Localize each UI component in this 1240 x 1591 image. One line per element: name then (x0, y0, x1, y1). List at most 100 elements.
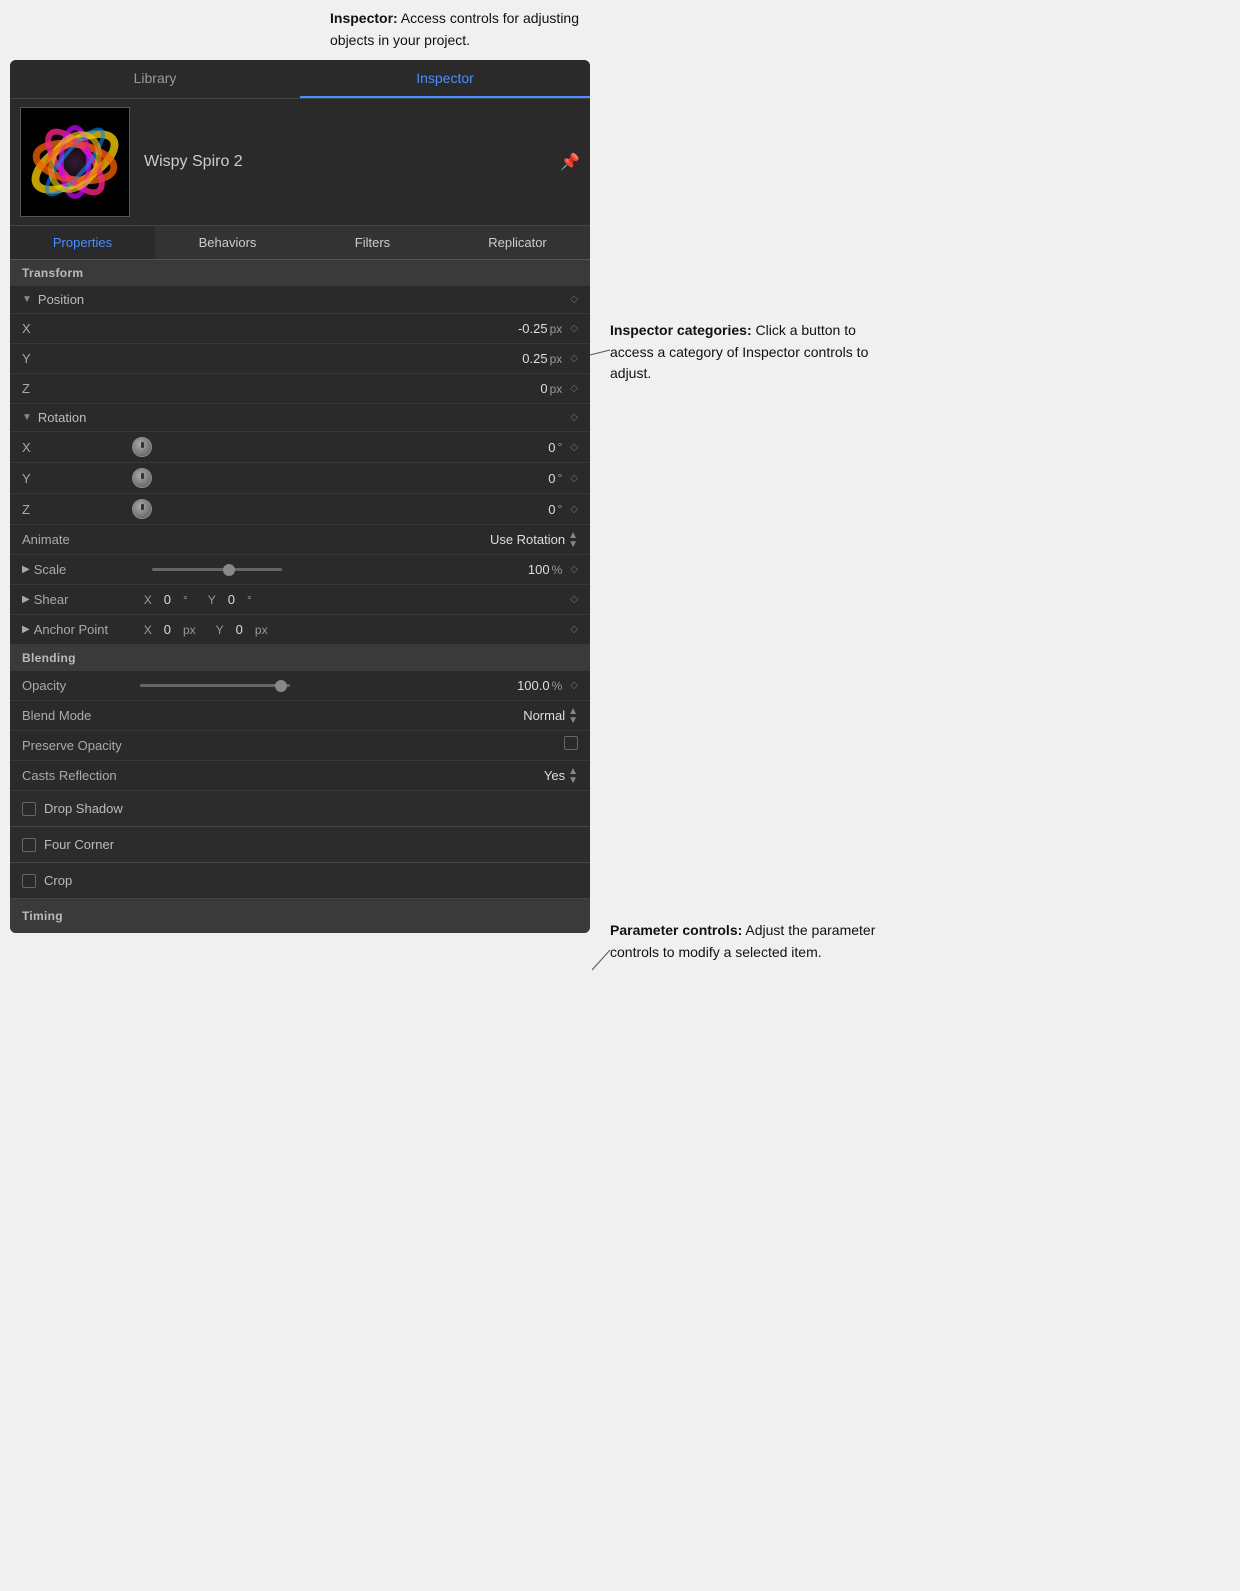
rotation-z-row: Z 0 ° ◇ (10, 494, 590, 525)
position-group-row[interactable]: ▼ Position ◇ (10, 286, 590, 314)
rotation-y-dial[interactable] (132, 468, 152, 488)
drop-shadow-label: Drop Shadow (44, 801, 123, 816)
rotation-z-value[interactable]: 0 (548, 502, 555, 517)
header-area: Wispy Spiro 2 📌 (10, 99, 590, 226)
crop-section[interactable]: Crop (10, 863, 590, 899)
rotation-x-row: X 0 ° ◇ (10, 432, 590, 463)
opacity-slider-thumb[interactable] (275, 680, 287, 692)
position-z-unit: px (550, 382, 563, 396)
annotation-params-bold: Parameter controls: (610, 922, 742, 938)
drop-shadow-checkbox[interactable] (22, 802, 36, 816)
cat-tab-properties[interactable]: Properties (10, 226, 155, 259)
cat-tab-replicator[interactable]: Replicator (445, 226, 590, 259)
casts-arrows[interactable]: ▲▼ (568, 767, 578, 785)
position-y-label: Y (22, 351, 132, 366)
rotation-z-dial[interactable] (132, 499, 152, 519)
rotation-x-label: X (22, 440, 132, 455)
cat-tab-behaviors[interactable]: Behaviors (155, 226, 300, 259)
blend-mode-arrows[interactable]: ▲▼ (568, 707, 578, 725)
blend-mode-row: Blend Mode Normal ▲▼ (10, 701, 590, 731)
opacity-slider-area[interactable] (132, 684, 517, 687)
preserve-opacity-row: Preserve Opacity (10, 731, 590, 761)
scale-triangle[interactable]: ▶ (22, 564, 30, 575)
rotation-z-diamond: ◇ (570, 504, 578, 515)
animate-value[interactable]: Use Rotation ▲▼ (490, 531, 578, 549)
rotation-x-diamond: ◇ (570, 442, 578, 453)
annotation-categories: Inspector categories: Click a button to … (610, 320, 880, 385)
anchor-row: ▶ Anchor Point X 0 px Y 0 px ◇ (10, 615, 590, 645)
tab-inspector[interactable]: Inspector (300, 60, 590, 98)
crop-checkbox[interactable] (22, 874, 36, 888)
position-y-value[interactable]: 0.25 (522, 351, 547, 366)
preserve-opacity-label: Preserve Opacity (22, 738, 132, 753)
position-triangle: ▼ (22, 294, 32, 305)
opacity-label: Opacity (22, 678, 132, 693)
rotation-z-label: Z (22, 502, 132, 517)
rotation-y-label: Y (22, 471, 132, 486)
shear-triangle[interactable]: ▶ (22, 594, 30, 605)
scale-value[interactable]: 100 (528, 562, 550, 577)
rotation-x-unit: ° (557, 440, 562, 454)
four-corner-checkbox[interactable] (22, 838, 36, 852)
anchor-xy: X 0 px Y 0 px (144, 622, 563, 637)
position-x-value[interactable]: -0.25 (518, 321, 548, 336)
preserve-checkbox[interactable] (564, 736, 578, 750)
position-x-row: X -0.25 px ◇ (10, 314, 590, 344)
rotation-y-value[interactable]: 0 (548, 471, 555, 486)
rotation-group-row[interactable]: ▼ Rotation ◇ (10, 404, 590, 432)
rotation-z-unit: ° (557, 502, 562, 516)
position-z-row: Z 0 px ◇ (10, 374, 590, 404)
opacity-value[interactable]: 100.0 (517, 678, 550, 693)
drop-shadow-section[interactable]: Drop Shadow (10, 791, 590, 827)
rotation-x-dial[interactable] (132, 437, 152, 457)
blend-mode-label: Blend Mode (22, 708, 132, 723)
rotation-y-unit: ° (557, 471, 562, 485)
position-x-diamond: ◇ (570, 323, 578, 334)
scale-slider-thumb[interactable] (223, 564, 235, 576)
anchor-triangle[interactable]: ▶ (22, 624, 30, 635)
opacity-row: Opacity 100.0 % ◇ (10, 671, 590, 701)
inspector-panel: Library Inspector Wis (10, 60, 590, 933)
position-y-row: Y 0.25 px ◇ (10, 344, 590, 374)
shear-y-value[interactable]: 0 (228, 592, 235, 607)
anchor-x-label: X (144, 623, 152, 637)
position-group-label: Position (38, 292, 84, 307)
section-timing: Timing (10, 899, 590, 933)
anchor-x-value[interactable]: 0 (164, 622, 171, 637)
anchor-y-value[interactable]: 0 (236, 622, 243, 637)
scale-slider-track[interactable] (152, 568, 282, 571)
four-corner-section[interactable]: Four Corner (10, 827, 590, 863)
position-x-unit: px (550, 322, 563, 336)
tab-library[interactable]: Library (10, 60, 300, 98)
scale-diamond: ◇ (570, 564, 578, 575)
section-transform: Transform (10, 260, 590, 286)
rotation-triangle: ▼ (22, 412, 32, 423)
position-z-value[interactable]: 0 (540, 381, 547, 396)
scale-label: Scale (34, 562, 144, 577)
opacity-slider-track[interactable] (140, 684, 290, 687)
opacity-unit: % (552, 679, 563, 693)
shear-label: Shear (34, 592, 144, 607)
shear-y-label: Y (208, 593, 216, 607)
scale-slider-area[interactable] (144, 568, 528, 571)
opacity-diamond: ◇ (570, 680, 578, 691)
casts-value[interactable]: Yes ▲▼ (544, 767, 578, 785)
position-z-diamond: ◇ (570, 383, 578, 394)
thumbnail (20, 107, 130, 217)
animate-row: Animate Use Rotation ▲▼ (10, 525, 590, 555)
shear-x-label: X (144, 593, 152, 607)
cat-tab-filters[interactable]: Filters (300, 226, 445, 259)
scale-unit: % (552, 563, 563, 577)
blend-mode-value[interactable]: Normal ▲▼ (523, 707, 578, 725)
preserve-checkbox-area (564, 736, 578, 755)
shear-row: ▶ Shear X 0 ° Y 0 ° ◇ (10, 585, 590, 615)
rotation-x-value[interactable]: 0 (548, 440, 555, 455)
pin-icon[interactable]: 📌 (560, 152, 580, 172)
casts-value-area: Yes ▲▼ (544, 767, 578, 785)
position-y-diamond: ◇ (570, 353, 578, 364)
anchor-y-label: Y (216, 623, 224, 637)
animate-arrows[interactable]: ▲▼ (568, 531, 578, 549)
anchor-x-unit: px (183, 623, 196, 637)
blend-mode-area: Normal ▲▼ (523, 707, 578, 725)
shear-x-value[interactable]: 0 (164, 592, 171, 607)
